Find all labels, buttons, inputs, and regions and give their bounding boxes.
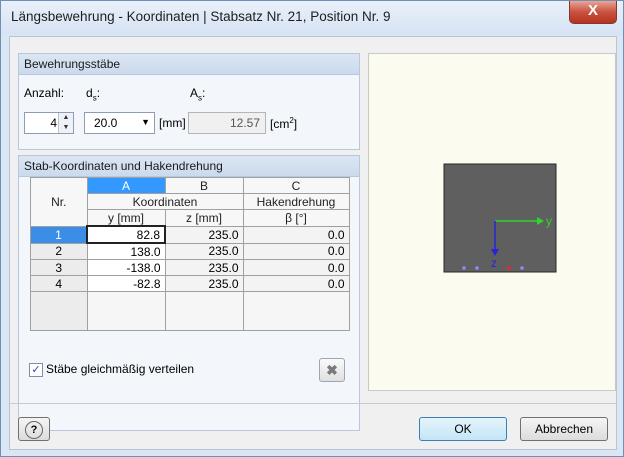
bars-group-title: Bewehrungsstäbe (24, 57, 121, 71)
count-value: 4 (50, 116, 57, 130)
cell-z[interactable]: 235.0 (164, 225, 244, 244)
empty-table-row (30, 291, 350, 331)
title-bar[interactable]: Längsbewehrung - Koordinaten | Stabsatz … (1, 1, 623, 35)
header-beta: β [°] (242, 209, 350, 227)
help-icon: ? (25, 421, 43, 439)
window-title: Längsbewehrung - Koordinaten | Stabsatz … (11, 9, 391, 24)
cell-beta[interactable]: 0.0 (242, 275, 350, 292)
distribute-checkbox[interactable]: ✓ (29, 363, 43, 377)
cell-empty (86, 291, 166, 331)
column-a-header[interactable]: A (86, 177, 166, 194)
chevron-down-icon[interactable]: ▼ (141, 117, 150, 127)
area-field: 12.57 (188, 112, 266, 134)
cell-empty (242, 291, 350, 331)
diameter-value: 20.0 (94, 116, 118, 130)
table-row[interactable]: 4 -82.8 235.0 0.0 (30, 275, 350, 292)
distribute-checkbox-label[interactable]: Stäbe gleichmäßig verteilen (46, 362, 194, 376)
header-y: y [mm] (86, 209, 166, 227)
row-number[interactable]: 3 (30, 259, 88, 276)
cell-y[interactable]: -138.0 (86, 259, 166, 276)
spin-up-icon[interactable]: ▲ (59, 113, 73, 123)
rebar-point (475, 266, 479, 270)
axis-z-label: z (491, 256, 497, 270)
count-spinner[interactable]: 4 ▲ ▼ (24, 112, 74, 134)
diameter-label: ds: (86, 86, 101, 103)
coords-group-title: Stab-Koordinaten und Hakendrehung (24, 159, 223, 173)
bars-group-header: Bewehrungsstäbe (19, 54, 359, 75)
section-preview-graphic: y z (443, 163, 557, 273)
row-number[interactable]: 4 (30, 275, 88, 292)
column-b-header[interactable]: B (164, 177, 244, 194)
row-number[interactable]: 2 (30, 242, 88, 260)
cell-z[interactable]: 235.0 (164, 275, 244, 292)
dialog-client-area: Bewehrungsstäbe Anzahl: ds: As: 4 ▲ ▼ 20… (9, 36, 617, 450)
coords-group-header: Stab-Koordinaten und Hakendrehung (19, 156, 359, 177)
cell-z[interactable]: 235.0 (164, 242, 244, 260)
cell-beta[interactable]: 0.0 (242, 259, 350, 276)
cell-y[interactable]: 82.8 (86, 225, 166, 244)
table-row[interactable]: 3 -138.0 235.0 0.0 (30, 259, 350, 276)
cell-z[interactable]: 235.0 (164, 259, 244, 276)
spinner-buttons[interactable]: ▲ ▼ (58, 113, 73, 133)
count-label: Anzahl: (24, 86, 65, 100)
footer-separator (10, 403, 616, 404)
dialog-window: Längsbewehrung - Koordinaten | Stabsatz … (0, 0, 624, 457)
cell-y[interactable]: -82.8 (86, 275, 166, 292)
cell-beta[interactable]: 0.0 (242, 225, 350, 244)
coordinates-table[interactable]: Nr. A B C Koordinaten Hakendrehung y [mm… (30, 177, 350, 331)
header-nr: Nr. (30, 177, 88, 227)
cell-empty (164, 291, 244, 331)
area-value: 12.57 (229, 116, 260, 130)
area-unit: [cm2] (270, 116, 298, 131)
diameter-select[interactable]: 20.0 ▼ (84, 112, 155, 134)
diameter-unit: [mm] (159, 116, 186, 130)
area-label: As: (190, 86, 206, 103)
cancel-button[interactable]: Abbrechen (520, 417, 608, 441)
row-number[interactable]: 1 (30, 225, 88, 244)
spin-down-icon[interactable]: ▼ (59, 123, 73, 133)
row-number-empty (30, 291, 88, 331)
section-preview: y z (368, 53, 616, 391)
header-koordinaten: Koordinaten (86, 193, 244, 210)
header-hakendrehung: Hakendrehung (242, 193, 350, 210)
ok-button[interactable]: OK (419, 417, 507, 441)
close-button[interactable]: X (569, 1, 617, 24)
cell-beta[interactable]: 0.0 (242, 242, 350, 260)
column-c-header[interactable]: C (242, 177, 350, 194)
header-z: z [mm] (164, 209, 244, 227)
table-row[interactable]: 2 138.0 235.0 0.0 (30, 242, 350, 260)
bars-group: Bewehrungsstäbe (18, 53, 360, 150)
cross-section-rect (443, 163, 557, 273)
help-button[interactable]: ? (18, 417, 50, 441)
table-row[interactable]: 1 82.8 235.0 0.0 (30, 225, 350, 244)
rebar-point (520, 266, 524, 270)
rebar-point (462, 266, 466, 270)
delete-icon[interactable]: ✖ (319, 358, 345, 382)
axis-y-label: y (546, 214, 552, 228)
cell-y[interactable]: 138.0 (86, 242, 166, 260)
rebar-point-selected (507, 266, 511, 270)
